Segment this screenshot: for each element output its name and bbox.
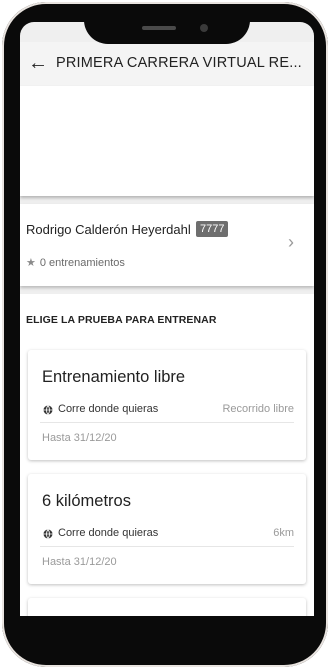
race-card[interactable]: 6 kilómetros Corre donde quieras 6km Has… xyxy=(28,474,306,584)
trainings-count: ★ 0 entrenamientos xyxy=(26,256,125,269)
phone-notch xyxy=(84,4,250,44)
bib-badge: 7777 xyxy=(196,221,229,237)
race-location: Corre donde quieras xyxy=(58,527,159,539)
globe-icon xyxy=(43,529,53,539)
event-banner xyxy=(20,86,314,196)
chevron-right-icon[interactable]: › xyxy=(288,232,304,252)
card-divider xyxy=(40,422,294,423)
app-bar: ← PRIMERA CARRERA VIRTUAL RE... xyxy=(20,42,314,86)
star-icon: ★ xyxy=(26,257,36,269)
race-card[interactable]: Entrenamiento libre Corre donde quieras … xyxy=(28,350,306,460)
section-title: ELIGE LA PRUEBA PARA ENTRENAR xyxy=(26,314,217,326)
trainings-label: 0 entrenamientos xyxy=(39,257,125,269)
app-screen: ← PRIMERA CARRERA VIRTUAL RE... Rodrigo … xyxy=(20,22,314,616)
race-title: Entrenamiento libre xyxy=(42,368,186,386)
race-section: ELIGE LA PRUEBA PARA ENTRENAR Entrenamie… xyxy=(20,294,314,616)
race-card-partial[interactable] xyxy=(28,598,306,616)
user-card[interactable]: Rodrigo Calderón Heyerdahl 7777 ★ 0 entre… xyxy=(20,204,314,286)
front-camera xyxy=(200,24,208,32)
race-deadline: Hasta 31/12/20 xyxy=(42,556,117,568)
race-location: Corre donde quieras xyxy=(58,403,159,415)
user-name: Rodrigo Calderón Heyerdahl xyxy=(26,222,191,237)
card-divider xyxy=(40,546,294,547)
globe-icon xyxy=(43,405,53,415)
speaker-grille xyxy=(142,26,176,30)
race-distance: 6km xyxy=(273,527,294,539)
race-title: 6 kilómetros xyxy=(42,492,131,510)
race-deadline: Hasta 31/12/20 xyxy=(42,432,117,444)
page-title: PRIMERA CARRERA VIRTUAL RE... xyxy=(56,55,302,71)
race-distance: Recorrido libre xyxy=(222,403,294,415)
phone-frame: ← PRIMERA CARRERA VIRTUAL RE... Rodrigo … xyxy=(2,2,328,667)
arrow-left-icon[interactable]: ← xyxy=(26,52,50,76)
